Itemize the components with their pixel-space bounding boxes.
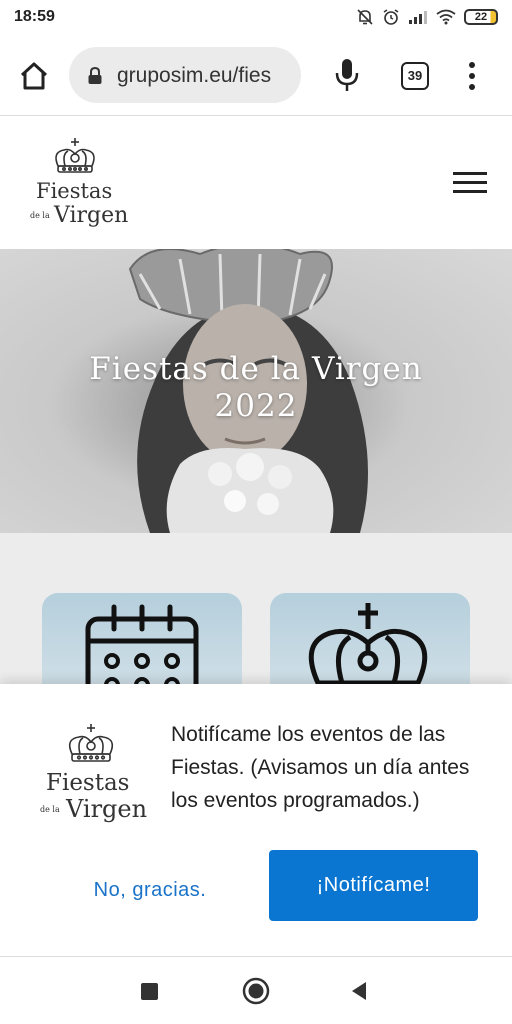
hero-title-line2: 2022 <box>214 388 298 424</box>
signal-icon <box>409 11 427 24</box>
back-icon[interactable] <box>350 981 368 1001</box>
bell-off-icon <box>357 9 373 25</box>
site-header: Fiestas de la Virgen <box>0 116 512 249</box>
feature-cards <box>0 533 512 713</box>
recent-apps-icon[interactable] <box>141 983 158 1000</box>
alarm-icon <box>383 9 399 25</box>
url-text: gruposim.eu/fies <box>117 64 272 87</box>
logo-text-fiestas: Fiestas <box>36 179 112 203</box>
lock-icon <box>88 67 102 84</box>
overflow-menu-icon[interactable] <box>462 60 482 92</box>
prompt-message: Notifícame los eventos de las Fiestas. (… <box>171 723 470 812</box>
status-icons: 22 <box>356 8 498 26</box>
wifi-icon <box>436 9 456 25</box>
logo-text-dela: de la <box>30 211 50 220</box>
home-icon[interactable] <box>16 58 52 94</box>
hero-title-line1: Fiestas de la Virgen <box>89 351 423 387</box>
notify-me-button[interactable]: ¡Notifícame! <box>269 850 478 921</box>
prompt-logo-text-fiestas: Fiestas <box>46 770 130 796</box>
prompt-logo-text-dela: de la <box>40 805 60 814</box>
browser-toolbar: gruposim.eu/fies 39 <box>0 36 512 116</box>
status-bar: 18:59 22 <box>0 0 512 36</box>
logo-text-virgen: Virgen <box>53 203 128 228</box>
decline-button[interactable]: No, gracias. <box>70 872 230 908</box>
home-circle-icon[interactable] <box>242 977 270 1005</box>
hero-title: Fiestas de la Virgen 2022 <box>60 351 452 425</box>
system-nav-bar <box>0 956 512 1024</box>
battery-icon: 22 <box>464 9 498 25</box>
prompt-logo: Fiestas de la Virgen <box>40 724 147 823</box>
mic-icon[interactable] <box>334 58 360 92</box>
hero-banner: Fiestas de la Virgen 2022 <box>0 249 512 533</box>
tabs-icon[interactable]: 39 <box>401 62 429 90</box>
address-bar[interactable]: gruposim.eu/fies <box>69 47 301 103</box>
hamburger-icon[interactable] <box>453 172 487 196</box>
status-time: 18:59 <box>14 8 55 25</box>
crown-logo-icon <box>55 138 95 173</box>
site-logo[interactable]: Fiestas de la Virgen <box>28 136 128 231</box>
crown-logo-icon <box>68 724 114 762</box>
prompt-logo-text-virgen: Virgen <box>65 795 147 823</box>
notification-prompt: Fiestas de la Virgen Notifícame los even… <box>0 684 512 956</box>
